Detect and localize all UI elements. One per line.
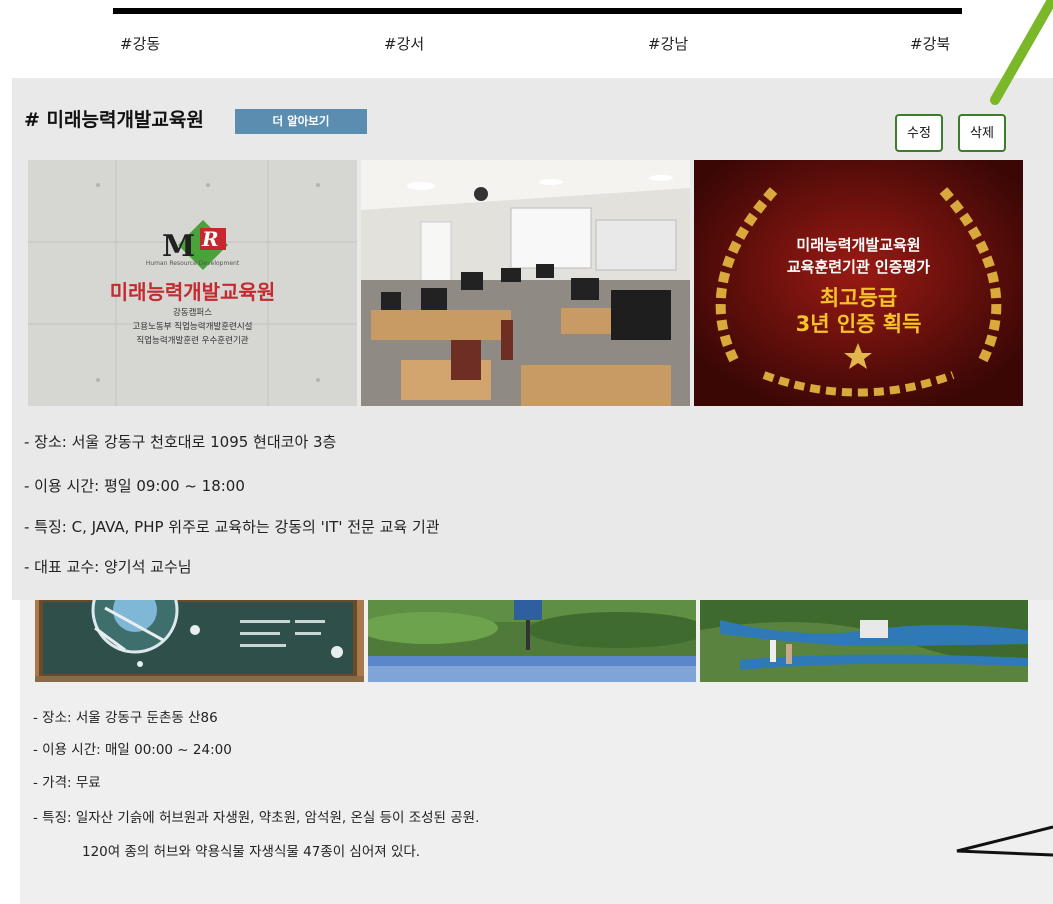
- logo-subtitle: Human Resource Development: [145, 260, 240, 267]
- tag-gangdong[interactable]: #강동: [120, 33, 160, 54]
- herb-park-hours: - 이용 시간: 매일 00:00 ~ 24:00: [33, 742, 232, 758]
- park-path-photo: [700, 600, 1028, 682]
- academy-sign-photo: M R Human Resource Development 미래능력개발교육원…: [28, 160, 357, 406]
- place-title: # 미래능력개발교육원: [24, 109, 204, 131]
- outline-arrow-annotation: [956, 825, 1053, 857]
- academy-feature: - 특징: C, JAVA, PHP 위주로 교육하는 강동의 'IT' 전문 …: [24, 518, 440, 536]
- academy-sign-campus: 강동캠퍼스: [172, 308, 213, 318]
- delete-button[interactable]: 삭제: [958, 114, 1006, 152]
- svg-text:R: R: [201, 227, 219, 251]
- cert-line2: 교육훈련기관 인증평가: [786, 258, 931, 276]
- top-divider: [113, 8, 962, 14]
- park-map-photo: [35, 600, 364, 682]
- classroom-photo: [361, 160, 690, 406]
- herb-park-location: - 장소: 서울 강동구 둔촌동 산86: [33, 710, 218, 726]
- edit-button[interactable]: 수정: [895, 114, 943, 152]
- classroom-image: [361, 160, 690, 406]
- cert-line1: 미래능력개발교육원: [796, 236, 921, 254]
- herb-garden-photo: [368, 600, 696, 682]
- academy-sign-line2: 직업능력개발훈련 우수훈련기관: [136, 336, 249, 346]
- park-path-image: [700, 600, 1028, 682]
- academy-hours: - 이용 시간: 평일 09:00 ~ 18:00: [24, 477, 245, 495]
- herb-park-feature: - 특징: 일자산 기슭에 허브원과 자생원, 약초원, 암석원, 온실 등이 …: [33, 810, 480, 826]
- place-card-herb-park: - 장소: 서울 강동구 둔촌동 산86 - 이용 시간: 매일 00:00 ~…: [20, 570, 1053, 904]
- herb-park-feature-detail: 120여 종의 허브와 약용식물 자생식물 47종이 심어져 있다.: [82, 844, 421, 860]
- tag-gangbuk[interactable]: #강북: [910, 33, 950, 54]
- park-map-image: [35, 600, 364, 682]
- academy-location: - 장소: 서울 강동구 천호대로 1095 현대코아 3층: [24, 433, 337, 451]
- place-card-mirae: # 미래능력개발교육원 더 알아보기 수정 삭제 M R Human Resou…: [12, 78, 1053, 600]
- tag-gangseo[interactable]: #강서: [384, 33, 424, 54]
- herb-garden-image: [368, 600, 696, 682]
- certification-photo: 미래능력개발교육원 교육훈련기관 인증평가 최고등급 3년 인증 획득: [694, 160, 1023, 406]
- academy-sign-line1: 고용노동부 직업능력개발훈련시설: [132, 322, 253, 332]
- learn-more-button[interactable]: 더 알아보기: [235, 109, 367, 134]
- green-annotation-stroke: [990, 0, 1053, 105]
- svg-text:M: M: [162, 229, 195, 264]
- tag-gangnam[interactable]: #강남: [648, 33, 688, 54]
- region-tag-nav: #강동 #강서 #강남 #강북: [0, 33, 1053, 59]
- cert-line4: 3년 인증 획득: [795, 312, 922, 336]
- academy-professor: - 대표 교수: 양기석 교수님: [24, 558, 192, 576]
- herb-park-price: - 가격: 무료: [33, 775, 101, 791]
- academy-sign-name: 미래능력개발교육원: [109, 280, 276, 304]
